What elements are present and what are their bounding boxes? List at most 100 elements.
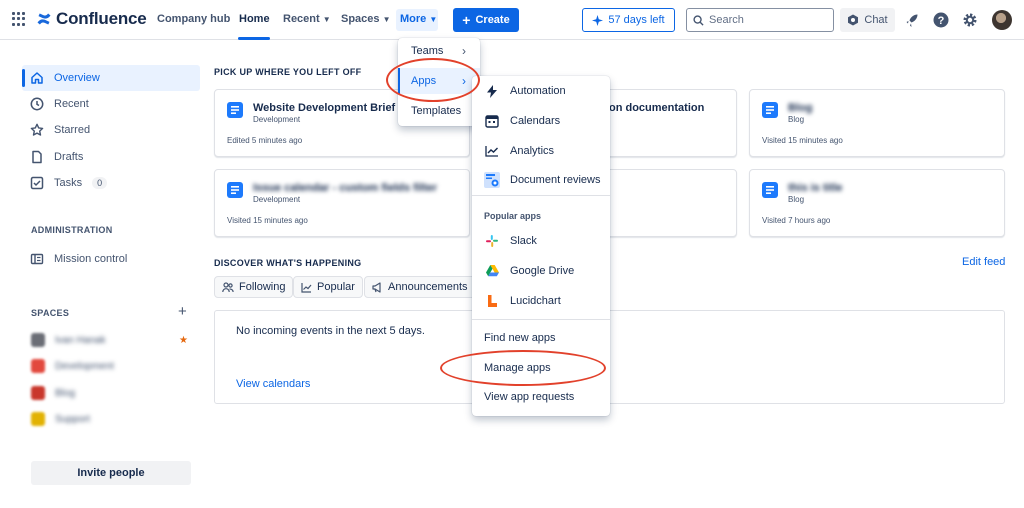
sidebar-item-recent[interactable]: Recent [22, 91, 200, 117]
sidebar-item-label: Recent [54, 98, 89, 110]
page-icon [762, 102, 778, 118]
menu-item-lucidchart[interactable]: Lucidchart [484, 293, 561, 309]
nav-recent[interactable]: Recent ▼ [283, 13, 331, 25]
avatar[interactable] [992, 10, 1012, 30]
recent-page-card[interactable]: Blog Blog Visited 15 minutes ago [749, 89, 1005, 157]
menu-item-label: Manage apps [484, 362, 551, 374]
notifications-icon[interactable] [903, 11, 921, 29]
card-space: Blog [788, 195, 805, 204]
search-input[interactable] [709, 14, 819, 26]
space-item[interactable]: Blog [31, 386, 75, 400]
clock-icon [30, 97, 44, 111]
sidebar-item-label: Drafts [54, 151, 84, 163]
nav-more-label: More [400, 13, 427, 25]
filter-following[interactable]: Following [214, 276, 294, 298]
sidebar: Overview Recent Starred Drafts Tasks 0 A… [0, 41, 205, 508]
filter-label: Following [239, 281, 286, 293]
page-icon [227, 182, 243, 198]
nav-more[interactable]: More ▼ [396, 9, 438, 31]
space-item[interactable]: Support [31, 412, 90, 426]
card-time: Visited 15 minutes ago [762, 136, 843, 145]
recent-page-card[interactable]: Issue calendar - custom fields filter De… [214, 169, 470, 237]
search-box[interactable] [686, 8, 834, 32]
chevron-right-icon: › [462, 44, 466, 58]
settings-icon[interactable] [961, 11, 979, 29]
filter-popular[interactable]: Popular [293, 276, 363, 298]
menu-item-label: Lucidchart [510, 295, 561, 307]
menu-divider [472, 195, 610, 196]
active-tab-indicator [238, 37, 270, 40]
space-avatar [31, 412, 45, 426]
space-avatar [31, 333, 45, 347]
menu-item-label: Analytics [510, 145, 555, 157]
nav-company-hub[interactable]: Company hub [157, 13, 230, 25]
nav-home[interactable]: Home [239, 13, 270, 25]
confluence-logo[interactable]: Confluence [36, 9, 147, 29]
chevron-down-icon: ▼ [322, 15, 331, 24]
app-switcher-icon[interactable] [12, 12, 26, 26]
help-icon[interactable]: ? [932, 11, 950, 29]
more-dropdown-menu: Teams › Apps › Templates [398, 38, 480, 126]
analytics-icon [484, 143, 500, 159]
space-avatar [31, 386, 45, 400]
google-drive-icon [484, 263, 500, 279]
menu-item-templates[interactable]: Templates [398, 98, 480, 124]
menu-item-manage-apps[interactable]: Manage apps [484, 362, 551, 374]
space-item[interactable]: Ivan Hanak [31, 333, 106, 347]
create-button[interactable]: + Create [453, 8, 519, 32]
sidebar-item-starred[interactable]: Starred [22, 117, 200, 143]
nav-spaces[interactable]: Spaces ▼ [341, 13, 391, 25]
invite-people-button[interactable]: Invite people [31, 461, 191, 485]
trend-icon [301, 282, 312, 293]
sidebar-item-label: Overview [54, 72, 100, 84]
menu-item-calendars[interactable]: Calendars [484, 113, 560, 129]
discover-section-title: DISCOVER WHAT'S HAPPENING [214, 258, 362, 268]
menu-item-label: Templates [411, 105, 462, 117]
gear-icon [963, 13, 977, 27]
menu-item-google-drive[interactable]: Google Drive [484, 263, 574, 279]
page-icon [227, 102, 243, 118]
star-icon [30, 123, 44, 136]
menu-item-apps[interactable]: Apps › [398, 68, 480, 94]
menu-item-analytics[interactable]: Analytics [484, 143, 554, 159]
trial-button[interactable]: 57 days left [582, 8, 675, 32]
menu-item-find-new-apps[interactable]: Find new apps [484, 332, 556, 344]
menu-item-teams[interactable]: Teams › [398, 38, 480, 64]
menu-item-slack[interactable]: Slack [484, 233, 537, 249]
sidebar-item-tasks[interactable]: Tasks 0 [22, 170, 200, 196]
svg-text:?: ? [938, 15, 945, 27]
sidebar-item-mission-control[interactable]: Mission control [22, 246, 200, 272]
chevron-down-icon: ▼ [429, 15, 438, 24]
menu-item-label: Document reviews [510, 174, 601, 186]
product-name: Confluence [56, 9, 147, 28]
recent-page-card[interactable]: this is title Blog Visited 7 hours ago [749, 169, 1005, 237]
card-time: Edited 5 minutes ago [227, 136, 303, 145]
starred-space-icon[interactable]: ★ [179, 335, 188, 346]
menu-item-label: Find new apps [484, 332, 556, 344]
spaces-heading: SPACES [31, 308, 70, 318]
menu-item-view-app-requests[interactable]: View app requests [484, 391, 574, 403]
apps-submenu: Automation Calendars Analytics Document … [472, 76, 610, 416]
space-item[interactable]: Development [31, 359, 114, 373]
view-calendars-link[interactable]: View calendars [236, 378, 310, 390]
card-title: Blog [788, 102, 813, 114]
menu-item-label: Calendars [510, 115, 561, 127]
people-icon [222, 281, 234, 292]
chat-button[interactable]: Chat [840, 8, 895, 32]
filter-label: Announcements [388, 281, 468, 293]
sidebar-item-overview[interactable]: Overview [22, 65, 200, 91]
filter-announcements[interactable]: Announcements [364, 276, 476, 298]
sidebar-item-drafts[interactable]: Drafts [22, 144, 200, 170]
space-avatar [31, 359, 45, 373]
pickup-section-title: PICK UP WHERE YOU LEFT OFF [214, 67, 362, 77]
add-space-icon[interactable]: + [178, 303, 187, 320]
menu-item-automation[interactable]: Automation [484, 83, 566, 99]
sidebar-item-label: Mission control [54, 253, 128, 265]
nav-spaces-label: Spaces [341, 13, 380, 25]
menu-item-document-reviews[interactable]: Document reviews [484, 172, 600, 188]
card-title: Website Development Brief [253, 102, 396, 114]
lightning-icon [484, 83, 500, 99]
filter-label: Popular [317, 281, 355, 293]
megaphone-icon [372, 281, 381, 293]
edit-feed-link[interactable]: Edit feed [962, 256, 1005, 268]
